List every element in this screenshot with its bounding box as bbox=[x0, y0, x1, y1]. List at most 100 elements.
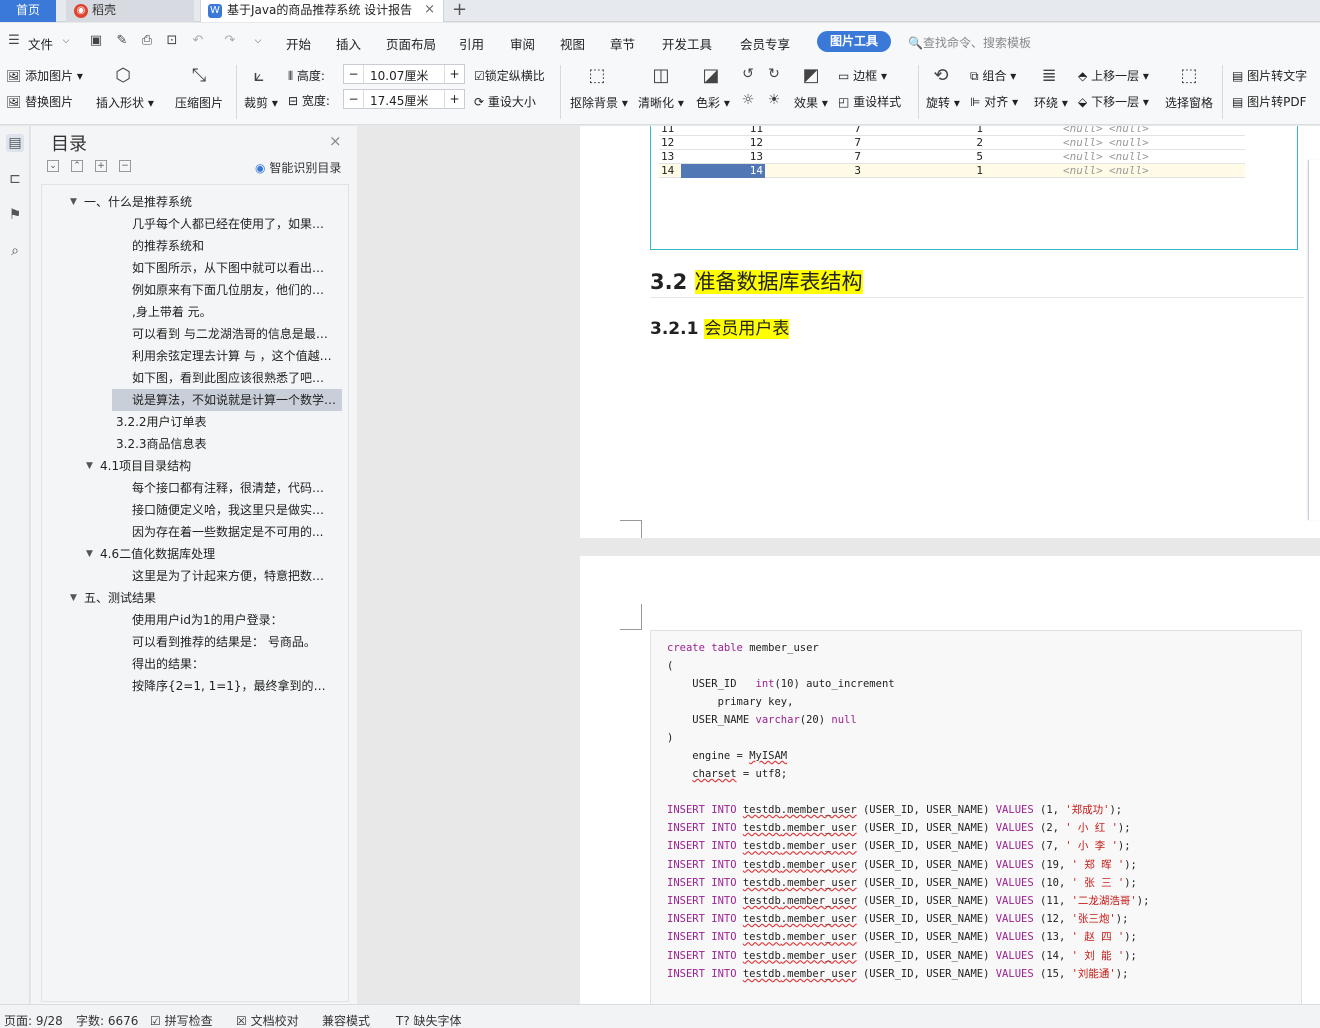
command-search[interactable]: 🔍查找命令、搜索模板 bbox=[908, 34, 1031, 51]
rotate-left-icon[interactable]: ↺ bbox=[740, 63, 756, 85]
close-icon[interactable]: × bbox=[329, 132, 342, 150]
menu-view[interactable]: 视图 bbox=[560, 34, 585, 53]
width-decrease[interactable]: − bbox=[344, 90, 364, 108]
heading-3-2-1[interactable]: 3.2.1 会员用户表 bbox=[650, 314, 790, 339]
proofread-button[interactable]: ☒ 文档校对 bbox=[236, 1012, 299, 1028]
toc-item[interactable]: 因为存在着一些数据定是不可用的... bbox=[132, 521, 334, 543]
save-icon[interactable]: ▣ bbox=[88, 33, 104, 49]
toc-item[interactable]: 4.1项目目录结构 bbox=[100, 455, 334, 477]
print-icon[interactable]: ⎙ bbox=[139, 33, 155, 49]
reset-style-button[interactable]: ◰ 重设样式 bbox=[838, 93, 901, 110]
toc-item[interactable]: 的推荐系统和 bbox=[132, 235, 334, 257]
spell-check-button[interactable]: ☑ 拼写检查 bbox=[150, 1012, 213, 1028]
toc-icon[interactable]: ▤ bbox=[6, 134, 24, 152]
menu-start[interactable]: 开始 bbox=[286, 34, 311, 53]
add-entry-icon[interactable]: + bbox=[95, 160, 107, 172]
bring-forward-button[interactable]: ⬘ 上移一层 ▾ bbox=[1078, 67, 1149, 84]
format-painter-icon[interactable]: ✎ bbox=[114, 33, 130, 49]
brightness-down-icon[interactable]: ☀ bbox=[766, 89, 782, 111]
width-spinner[interactable]: − 17.45厘米 + bbox=[343, 89, 465, 109]
toc-item[interactable]: 得出的结果： bbox=[132, 653, 334, 675]
toc-item[interactable]: 如下图所示，从下图中就可以看出来，可以推荐... bbox=[132, 257, 334, 279]
compress-button[interactable]: 压缩图片 bbox=[175, 94, 223, 111]
toc-item[interactable]: 每个接口都有注释，很清楚，代码也... bbox=[132, 477, 334, 499]
select-pane-button[interactable]: 选择窗格 bbox=[1165, 94, 1213, 111]
menu-review[interactable]: 审阅 bbox=[510, 34, 535, 53]
toc-item[interactable]: ,身上带着 元。 bbox=[132, 301, 334, 323]
chevron-down-icon[interactable]: ▼ bbox=[70, 191, 77, 213]
menu-member[interactable]: 会员专享 bbox=[740, 34, 790, 53]
toc-item[interactable]: 按降序{2=1, 1=1}，最终拿到的被... bbox=[132, 675, 334, 697]
tab-home[interactable]: 首页 bbox=[0, 0, 56, 22]
color-button[interactable]: 色彩 ▾ bbox=[696, 94, 730, 111]
width-value[interactable]: 17.45厘米 bbox=[370, 92, 428, 109]
new-tab-button[interactable]: + bbox=[452, 0, 467, 20]
chevron-down-icon[interactable]: ▼ bbox=[70, 587, 77, 609]
close-tab-icon[interactable]: × bbox=[424, 0, 435, 20]
picture-to-pdf-button[interactable]: ▤ 图片转PDF bbox=[1232, 93, 1307, 110]
toc-item[interactable]: 可以看到 与二龙湖浩哥的信息是最接近的... bbox=[132, 323, 334, 345]
compat-mode[interactable]: 兼容模式 bbox=[322, 1012, 370, 1028]
missing-font-button[interactable]: T? 缺失字体 bbox=[396, 1012, 462, 1028]
toc-item[interactable]: 接口随便定义哈，我这里只是做实验... bbox=[132, 499, 334, 521]
menu-dev-tools[interactable]: 开发工具 bbox=[662, 34, 712, 53]
menu-insert[interactable]: 插入 bbox=[336, 34, 361, 53]
document-canvas[interactable]: 11 11 7 1 <null> <null> 12 12 7 2 <null>… bbox=[358, 126, 1320, 1004]
align-button[interactable]: ⊫ 对齐 ▾ bbox=[970, 93, 1018, 110]
menu-chapter[interactable]: 章节 bbox=[610, 34, 635, 53]
remove-background-button[interactable]: 抠除背景 ▾ bbox=[570, 94, 628, 111]
reset-size-button[interactable]: ⟳ 重设大小 bbox=[474, 93, 536, 110]
crop-button[interactable]: 裁剪 ▾ bbox=[244, 94, 278, 111]
toc-item[interactable]: 如下图，看到此图应该很熟悉了吧，... bbox=[132, 367, 334, 389]
expand-up-icon[interactable]: ⌃ bbox=[71, 160, 83, 172]
menu-page-layout[interactable]: 页面布局 bbox=[386, 34, 436, 53]
toc-item[interactable]: 3.2.3商品信息表 bbox=[116, 433, 334, 455]
height-value[interactable]: 10.07厘米 bbox=[370, 67, 428, 84]
wrap-button[interactable]: 环绕 ▾ bbox=[1034, 94, 1068, 111]
toc-item[interactable]: 例如原来有下面几位朋友，他们的兴趣爱好... bbox=[132, 279, 334, 301]
replace-picture-button[interactable]: 🖼 替换图片 bbox=[6, 93, 73, 110]
picture-to-text-button[interactable]: ▤ 图片转文字 bbox=[1232, 67, 1307, 84]
lock-ratio-checkbox[interactable]: ☑锁定纵横比 bbox=[474, 67, 545, 84]
toc-item-selected[interactable]: 说是算法，不如说就是计算一个数学公式... bbox=[112, 389, 342, 411]
redo-icon[interactable]: ↷ bbox=[222, 33, 238, 49]
group-button[interactable]: ⧉ 组合 ▾ bbox=[970, 67, 1016, 84]
collapse-all-icon[interactable]: ⌄ bbox=[47, 160, 59, 172]
toc-item[interactable]: 几乎每个人都已经在使用了，如果你没有使用过，就只能... bbox=[132, 213, 334, 235]
brightness-up-icon[interactable]: ☼ bbox=[740, 89, 756, 111]
toc-item[interactable]: 一、什么是推荐系统 bbox=[84, 191, 334, 213]
bookmark-icon[interactable]: ⚑ bbox=[6, 206, 24, 224]
code-block[interactable]: create table member_user ( USER_ID int(1… bbox=[650, 630, 1302, 1004]
smart-toc-button[interactable]: ◉ 智能识别目录 bbox=[255, 159, 341, 176]
add-picture-button[interactable]: 🖼 添加图片 ▾ bbox=[6, 67, 83, 84]
menu-file[interactable]: 文件 bbox=[28, 34, 53, 53]
undo-icon[interactable]: ↶ bbox=[190, 33, 206, 49]
toc-item[interactable]: 五、测试结果 bbox=[84, 587, 334, 609]
effect-button[interactable]: 效果 ▾ bbox=[794, 94, 828, 111]
border-button[interactable]: ▭ 边框 ▾ bbox=[838, 67, 887, 84]
hamburger-icon[interactable]: ☰ bbox=[6, 33, 22, 49]
height-increase[interactable]: + bbox=[444, 65, 464, 83]
height-decrease[interactable]: − bbox=[344, 65, 364, 83]
toc-item[interactable]: 可以看到推荐的结果是： 号商品。 bbox=[132, 631, 334, 653]
insert-shape-button[interactable]: 插入形状 ▾ bbox=[96, 94, 154, 111]
sharpen-button[interactable]: 清晰化 ▾ bbox=[638, 94, 684, 111]
word-count[interactable]: 字数: 6676 bbox=[76, 1012, 138, 1028]
toc-item[interactable]: 这里是为了计起来方便，特意把数据... bbox=[132, 565, 334, 587]
more-chevron-icon[interactable]: ⌵ bbox=[250, 33, 266, 49]
height-spinner[interactable]: − 10.07厘米 + bbox=[343, 64, 465, 84]
menu-picture-tools[interactable]: 图片工具 bbox=[817, 31, 891, 52]
tab-document[interactable]: W 基于Java的商品推荐系统 设计报告 × bbox=[200, 0, 444, 22]
toc-item[interactable]: 利用余弦定理去计算 与 ，这个值越接近... bbox=[132, 345, 334, 367]
search-icon[interactable]: ⌕ bbox=[6, 242, 24, 260]
remove-entry-icon[interactable]: − bbox=[119, 160, 131, 172]
heading-3-2[interactable]: 3.2 准备数据库表结构 bbox=[650, 266, 863, 296]
scrollbar[interactable] bbox=[1308, 160, 1320, 520]
tab-daoke[interactable]: ◉ 稻壳 bbox=[66, 0, 194, 22]
toc-item[interactable]: 使用用户id为1的用户登录： bbox=[132, 609, 334, 631]
chevron-down-icon[interactable]: ⌵ bbox=[58, 33, 74, 49]
width-increase[interactable]: + bbox=[444, 90, 464, 108]
toc-item[interactable]: 3.2.2用户订单表 bbox=[116, 411, 334, 433]
print-preview-icon[interactable]: ⊡ bbox=[164, 33, 180, 49]
navigation-icon[interactable]: ⊏ bbox=[6, 170, 24, 188]
